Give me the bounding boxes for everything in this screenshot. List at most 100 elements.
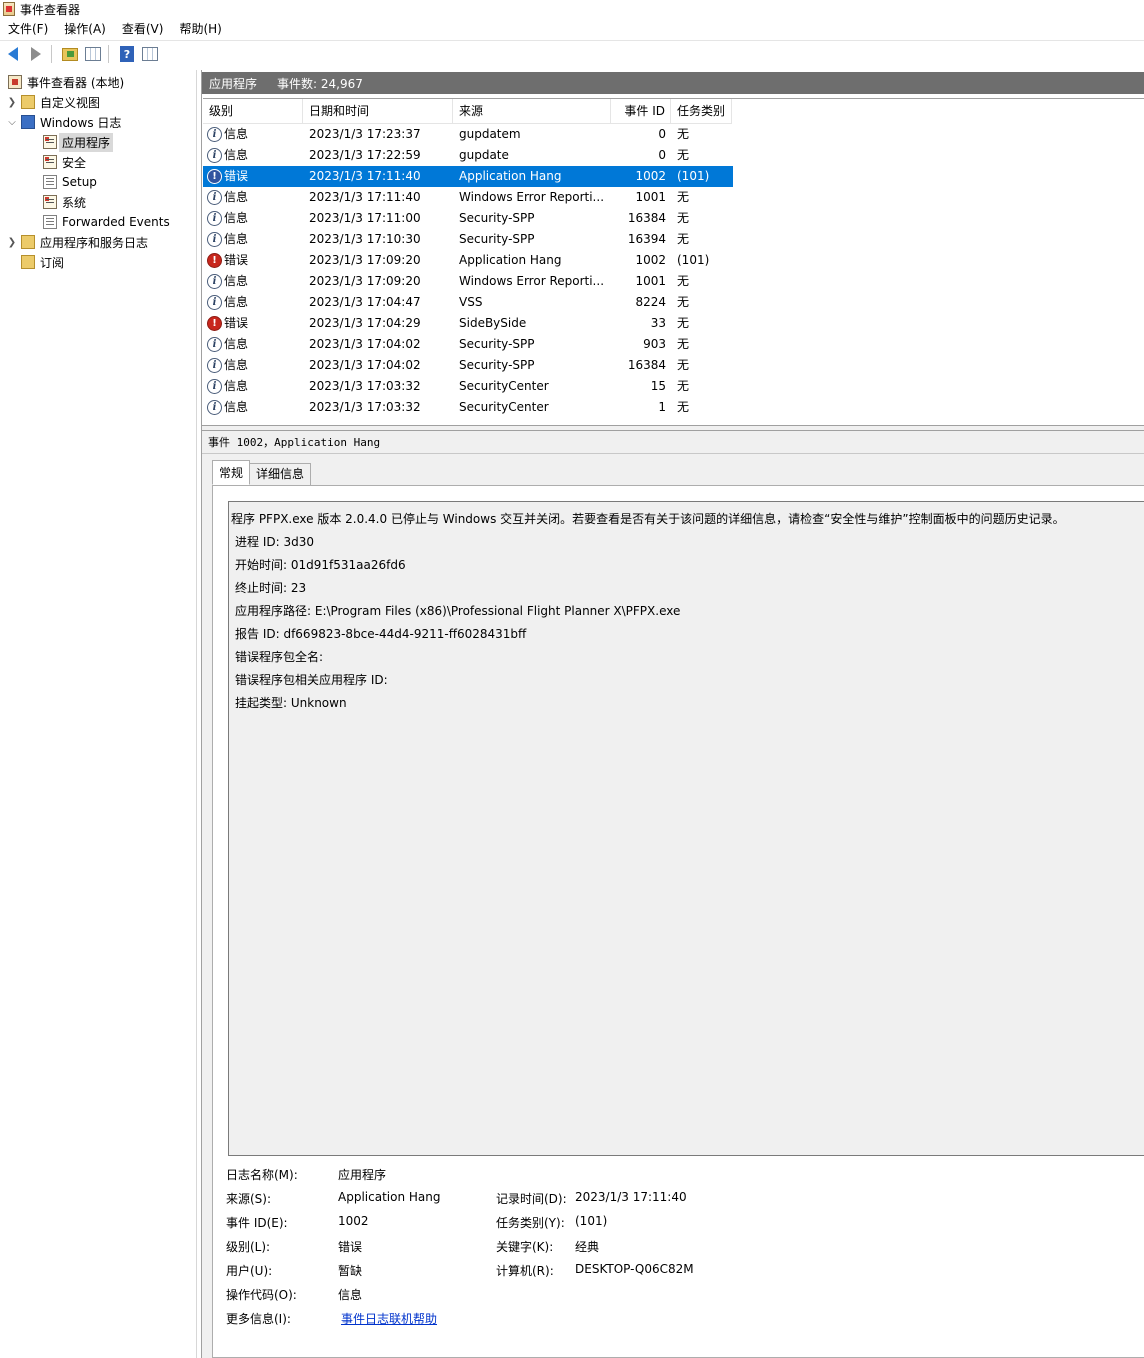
tree-item-label: 系统 <box>62 195 87 210</box>
tree-item-event-viewer-local[interactable]: 事件查看器 (本地) <box>4 72 124 92</box>
show-hide-console-tree-button[interactable] <box>83 44 103 64</box>
event-row[interactable]: i 信息 2023/1/3 17:09:20 Windows Error Report… <box>203 271 733 292</box>
tree-item-custom-views[interactable]: ❯ 自定义视图 <box>6 92 100 112</box>
source-cell: Security-SPP <box>459 232 535 246</box>
tab-general[interactable]: 常规 <box>212 460 251 485</box>
event-id-cell: 1002 <box>635 169 666 183</box>
info-icon: i <box>207 358 222 373</box>
description-line: 程序 PFPX.exe 版本 2.0.4.0 已停止与 Windows 交互并关… <box>231 512 1065 526</box>
keywords-label: 关键字(K): <box>496 1240 554 1254</box>
up-folder-button[interactable] <box>60 44 80 64</box>
tree-item-forwarded-events[interactable]: Forwarded Events <box>40 212 170 232</box>
tree-item-windows-logs[interactable]: ⌵ Windows 日志 <box>6 112 121 132</box>
event-row[interactable]: i 信息 2023/1/3 17:03:32 SecurityCenter 15 无 <box>203 376 733 397</box>
forward-button[interactable] <box>26 44 46 64</box>
column-header-level[interactable]: 级别 <box>203 99 303 124</box>
navigation-tree: 事件查看器 (本地) ❯ 自定义视图 ⌵ Windows 日志 应用程序 安全 … <box>0 70 197 1358</box>
show-hide-action-pane-button[interactable] <box>140 44 160 64</box>
event-detail-pane: 事件 1002，Application Hang 常规 详细信息 程序 PFPX… <box>202 431 1144 1358</box>
source-cell: Application Hang <box>459 169 562 183</box>
event-row[interactable]: i 信息 2023/1/3 17:03:32 SecurityCenter 1 无 <box>203 397 733 418</box>
online-help-link[interactable]: 事件日志联机帮助 <box>341 1310 437 1327</box>
event-row[interactable]: ! 错误 2023/1/3 17:09:20 Application Hang 1002… <box>203 250 733 271</box>
event-id-cell: 1001 <box>635 190 666 204</box>
log-icon <box>43 195 57 209</box>
source-cell: SideBySide <box>459 316 527 330</box>
event-row[interactable]: i 信息 2023/1/3 17:11:00 Security-SPP 16384 无 <box>203 208 733 229</box>
task-category-cell: (101) <box>677 253 710 267</box>
event-row[interactable]: i 信息 2023/1/3 17:04:47 VSS 8224 无 <box>203 292 733 313</box>
column-header-date[interactable]: 日期和时间 <box>303 99 453 124</box>
help-button[interactable]: ? <box>117 44 137 64</box>
event-row[interactable]: i 信息 2023/1/3 17:22:59 gupdate 0 无 <box>203 145 733 166</box>
date-cell: 2023/1/3 17:04:02 <box>309 358 421 372</box>
detail-title: 事件 1002，Application Hang <box>208 436 381 449</box>
event-id-cell: 8224 <box>635 295 666 309</box>
toolbar: ? <box>0 42 1144 66</box>
description-line: 终止时间: 23 <box>235 581 307 595</box>
task-category-cell: 无 <box>677 400 690 414</box>
chevron-down-icon[interactable]: ⌵ <box>6 117 18 128</box>
source-cell: Security-SPP <box>459 358 535 372</box>
event-row[interactable]: i 信息 2023/1/3 17:23:37 gupdatem 0 无 <box>203 124 733 145</box>
tree-item-applications-and-services-logs[interactable]: ❯ 应用程序和服务日志 <box>6 232 148 252</box>
log-icon <box>43 155 57 169</box>
level-cell: i 信息 <box>203 124 303 145</box>
event-row[interactable]: ! 错误 2023/1/3 17:04:29 SideBySide 33 无 <box>203 313 733 334</box>
source-cell: Windows Error Reporti... <box>459 190 605 204</box>
level-cell: i 信息 <box>203 187 303 208</box>
info-icon: i <box>207 232 222 247</box>
doc-icon <box>43 175 57 189</box>
back-button[interactable] <box>3 44 23 64</box>
date-cell: 2023/1/3 17:09:20 <box>309 253 421 267</box>
windows-log-icon <box>21 115 35 129</box>
logged-label: 记录时间(D): <box>496 1192 567 1206</box>
level-text: 信息 <box>224 232 249 246</box>
tree-item-application[interactable]: 应用程序 <box>40 132 114 152</box>
opcode-value: 信息 <box>338 1288 363 1302</box>
menu-file[interactable]: 文件(F) <box>0 18 56 41</box>
menu-action[interactable]: 操作(A) <box>56 18 114 41</box>
log-name-value: 应用程序 <box>338 1168 387 1182</box>
chevron-right-icon[interactable]: ❯ <box>6 237 18 248</box>
event-row[interactable]: ! 错误 2023/1/3 17:11:40 Application Hang 1002… <box>203 166 733 187</box>
info-icon: i <box>207 190 222 205</box>
level-text: 信息 <box>224 211 249 225</box>
level-text: 错误 <box>224 316 249 330</box>
tab-details[interactable]: 详细信息 <box>249 463 312 485</box>
menu-help[interactable]: 帮助(H) <box>171 18 229 41</box>
more-info-label: 更多信息(I): <box>226 1312 291 1326</box>
tree-item-system[interactable]: 系统 <box>40 192 86 212</box>
event-id-cell: 16384 <box>627 211 666 225</box>
tree-item-label: 安全 <box>62 155 87 170</box>
event-row[interactable]: i 信息 2023/1/3 17:04:02 Security-SPP 16384 无 <box>203 355 733 376</box>
level-cell: i 信息 <box>203 376 303 397</box>
event-row[interactable]: i 信息 2023/1/3 17:11:40 Windows Error Report… <box>203 187 733 208</box>
menu-view[interactable]: 查看(V) <box>114 18 172 41</box>
event-row[interactable]: i 信息 2023/1/3 17:10:30 Security-SPP 16394 无 <box>203 229 733 250</box>
info-icon: i <box>207 148 222 163</box>
level-cell: i 信息 <box>203 355 303 376</box>
tree-item-subscriptions[interactable]: 订阅 <box>18 252 64 272</box>
level-text: 信息 <box>224 148 249 162</box>
column-header-task-category[interactable]: 任务类别 <box>671 99 732 124</box>
tree-item-label: 订阅 <box>40 255 65 270</box>
event-row[interactable]: i 信息 2023/1/3 17:04:02 Security-SPP 903 无 <box>203 334 733 355</box>
date-cell: 2023/1/3 17:03:32 <box>309 400 421 414</box>
chevron-right-icon[interactable]: ❯ <box>6 97 18 108</box>
column-header-event-id[interactable]: 事件 ID <box>611 99 671 124</box>
event-properties: 日志名称(M): 应用程序 来源(S): Application Hang 记录… <box>226 1166 926 1346</box>
info-icon: i <box>207 295 222 310</box>
tree-item-security[interactable]: 安全 <box>40 152 86 172</box>
general-tab-body: 程序 PFPX.exe 版本 2.0.4.0 已停止与 Windows 交互并关… <box>212 485 1144 1358</box>
date-cell: 2023/1/3 17:03:32 <box>309 379 421 393</box>
folder-up-icon <box>62 47 78 61</box>
date-cell: 2023/1/3 17:10:30 <box>309 232 421 246</box>
tree-item-setup[interactable]: Setup <box>40 172 97 192</box>
event-description[interactable]: 程序 PFPX.exe 版本 2.0.4.0 已停止与 Windows 交互并关… <box>228 501 1144 1156</box>
event-id-cell: 16394 <box>627 232 666 246</box>
column-header-source[interactable]: 来源 <box>453 99 611 124</box>
source-cell: Security-SPP <box>459 211 535 225</box>
source-cell: SecurityCenter <box>459 379 549 393</box>
detail-divider <box>202 453 1144 454</box>
